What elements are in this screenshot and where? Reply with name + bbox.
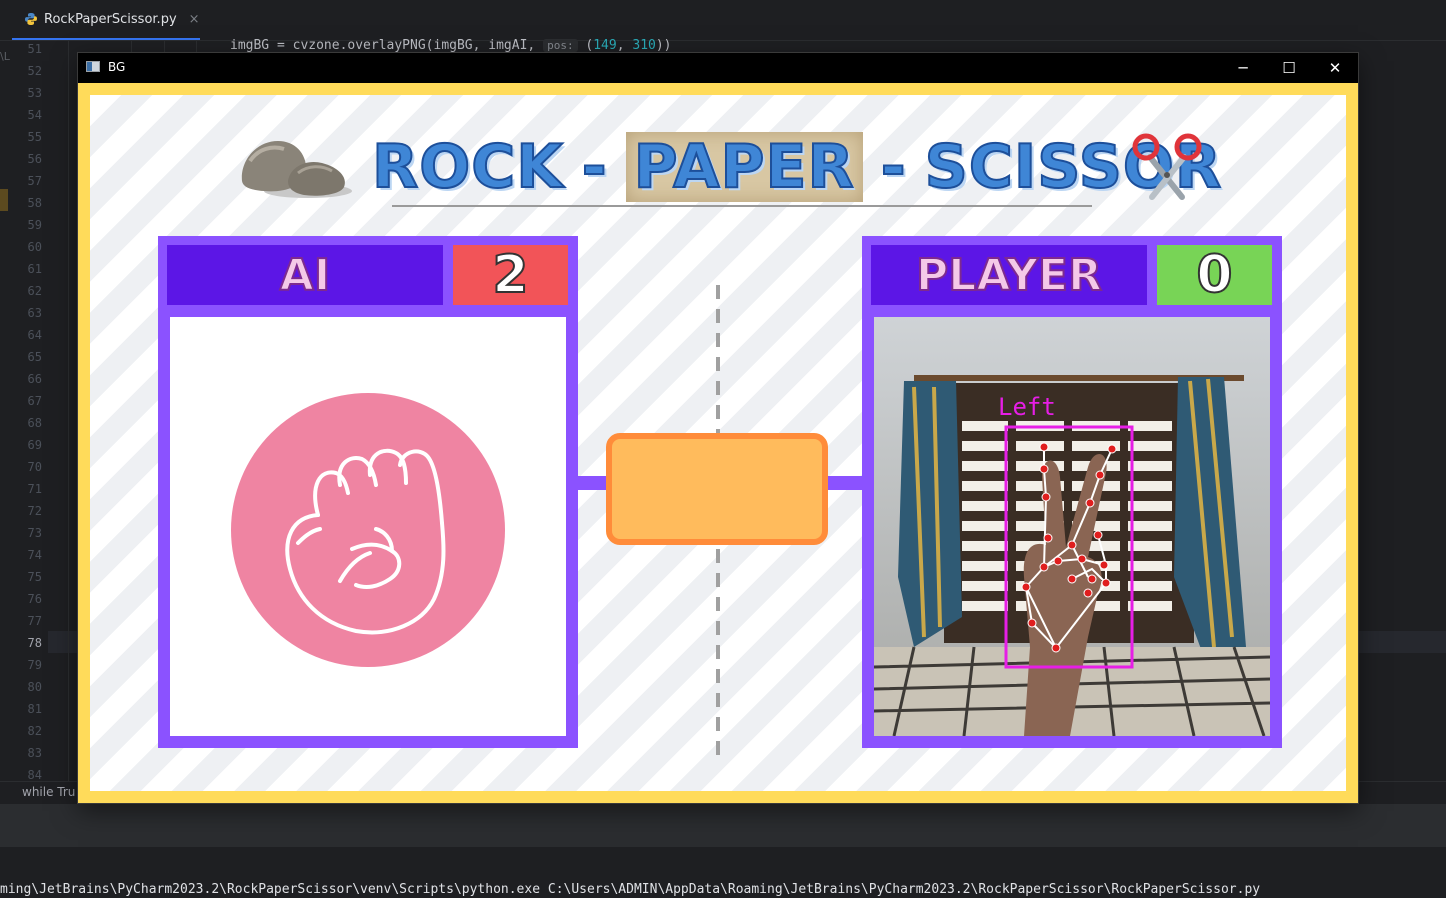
line-number: 64 — [27, 328, 42, 342]
window-titlebar[interactable]: BG ─ ☐ ✕ — [78, 53, 1358, 83]
ai-panel: AI 2 — [158, 236, 578, 748]
line-number: 61 — [27, 262, 42, 276]
line-number: 73 — [27, 526, 42, 540]
line-number: 72 — [27, 504, 42, 518]
line-number-current: 78 — [27, 636, 42, 650]
line-number: 54 — [27, 108, 42, 122]
code-paren: )) — [655, 38, 672, 53]
console-output: ming\JetBrains\PyCharm2023.2\RockPaperSc… — [0, 882, 1261, 897]
player-panel: PLAYER 0 Left — [862, 236, 1282, 748]
line-number: 51 — [27, 42, 42, 56]
title-rock: ROCK — [371, 131, 564, 203]
python-file-icon — [25, 13, 37, 25]
line-number: 70 — [27, 460, 42, 474]
connector-bar — [578, 476, 608, 490]
ai-score: 2 — [453, 244, 568, 306]
code-line-51[interactable]: imgBG = cvzone.overlayPNG(imgBG, imgAI, … — [230, 38, 672, 53]
line-number: 62 — [27, 284, 42, 298]
run-panel-header — [0, 804, 1446, 846]
line-number: 82 — [27, 724, 42, 738]
line-number: 57 — [27, 174, 42, 188]
connector-bar — [826, 476, 862, 490]
result-box — [606, 433, 828, 545]
fist-icon — [231, 393, 505, 667]
player-label: PLAYER — [871, 245, 1147, 305]
line-number-gutter: 51 52 53 54 55 56 57 58 59 60 61 62 63 6… — [0, 41, 48, 782]
code-number: 310 — [632, 38, 656, 53]
window-app-icon — [86, 61, 100, 72]
line-number: 76 — [27, 592, 42, 606]
line-number: 52 — [27, 64, 42, 78]
line-number: 68 — [27, 416, 42, 430]
rock-icon — [241, 141, 352, 198]
line-number: 81 — [27, 702, 42, 716]
code-number: 149 — [593, 38, 617, 53]
line-number: 58 — [27, 196, 42, 210]
opencv-window: BG ─ ☐ ✕ ROCK - PAPER - SCISSOR AI 2 PLA… — [78, 53, 1358, 803]
close-tab-icon[interactable]: × — [189, 12, 200, 27]
line-number: 74 — [27, 548, 42, 562]
file-tab-label: RockPaperScissor.py — [44, 11, 177, 27]
window-title: BG — [108, 60, 126, 74]
line-number: 65 — [27, 350, 42, 364]
minimize-button[interactable]: ─ — [1220, 53, 1266, 83]
title-dash: - — [581, 131, 608, 203]
ai-move-view — [170, 317, 566, 736]
line-number: 55 — [27, 130, 42, 144]
param-hint: pos: — [543, 39, 578, 52]
title-underline — [392, 205, 1092, 207]
player-score: 0 — [1157, 244, 1272, 306]
line-number: 66 — [27, 372, 42, 386]
game-title: ROCK - PAPER - SCISSOR — [371, 125, 1222, 209]
breadcrumb[interactable]: while Tru — [22, 785, 75, 799]
line-number: 60 — [27, 240, 42, 254]
title-paper: PAPER — [625, 131, 863, 203]
code-text: imgBG = cvzone.overlayPNG(imgBG, imgAI, — [230, 38, 544, 53]
editor-tab-bar: RockPaperScissor.py × — [0, 0, 1446, 41]
ai-label: AI — [167, 245, 443, 305]
code-sep: , — [616, 38, 633, 53]
line-number: 84 — [27, 768, 42, 782]
line-number: 56 — [27, 152, 42, 166]
close-button[interactable]: ✕ — [1312, 53, 1358, 83]
line-number: 63 — [27, 306, 42, 320]
hand-label: Left — [998, 393, 1056, 421]
line-number: 69 — [27, 438, 42, 452]
scissors-icon — [1132, 133, 1202, 200]
line-number: 80 — [27, 680, 42, 694]
webcam-feed: Left — [874, 317, 1270, 736]
line-number: 77 — [27, 614, 42, 628]
panel-divider — [0, 846, 1446, 847]
title-dash: - — [880, 131, 907, 203]
line-number: 53 — [27, 86, 42, 100]
line-number: 67 — [27, 394, 42, 408]
line-number: 83 — [27, 746, 42, 760]
indent-guide — [68, 41, 69, 781]
file-tab[interactable]: RockPaperScissor.py × — [12, 0, 200, 40]
line-number: 71 — [27, 482, 42, 496]
code-paren: ( — [577, 38, 594, 53]
maximize-button[interactable]: ☐ — [1266, 53, 1312, 83]
webcam-scene: Left — [874, 317, 1270, 736]
line-number: 75 — [27, 570, 42, 584]
game-canvas: ROCK - PAPER - SCISSOR AI 2 PLAYER 0 Lef… — [90, 95, 1346, 791]
line-number: 79 — [27, 658, 42, 672]
line-number: 59 — [27, 218, 42, 232]
